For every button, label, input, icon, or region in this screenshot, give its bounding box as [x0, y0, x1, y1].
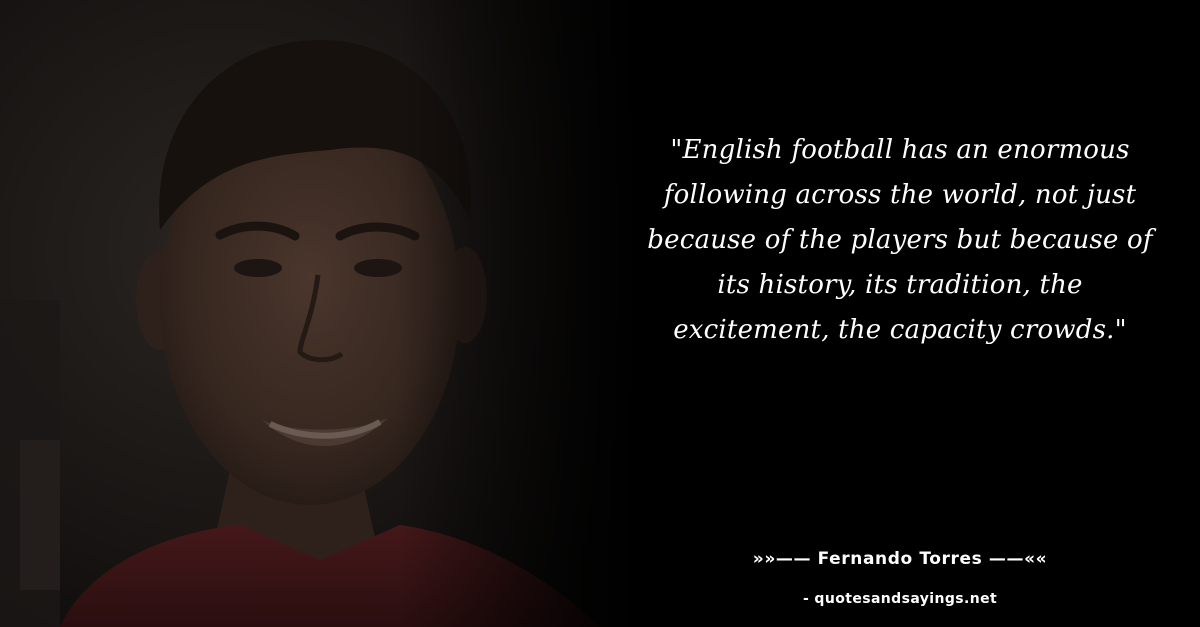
portrait-photo	[0, 0, 640, 627]
quote-card: "English football has an enormous follow…	[0, 0, 1200, 627]
portrait-illustration	[0, 0, 640, 627]
quote-author: »»—— Fernando Torres ——««	[752, 549, 1048, 569]
right-eye	[354, 259, 402, 277]
source-attribution: - quotesandsayings.net	[802, 591, 998, 607]
quote-text: "English football has an enormous follow…	[647, 135, 1153, 345]
background-window	[20, 440, 60, 590]
left-eye	[234, 259, 282, 277]
